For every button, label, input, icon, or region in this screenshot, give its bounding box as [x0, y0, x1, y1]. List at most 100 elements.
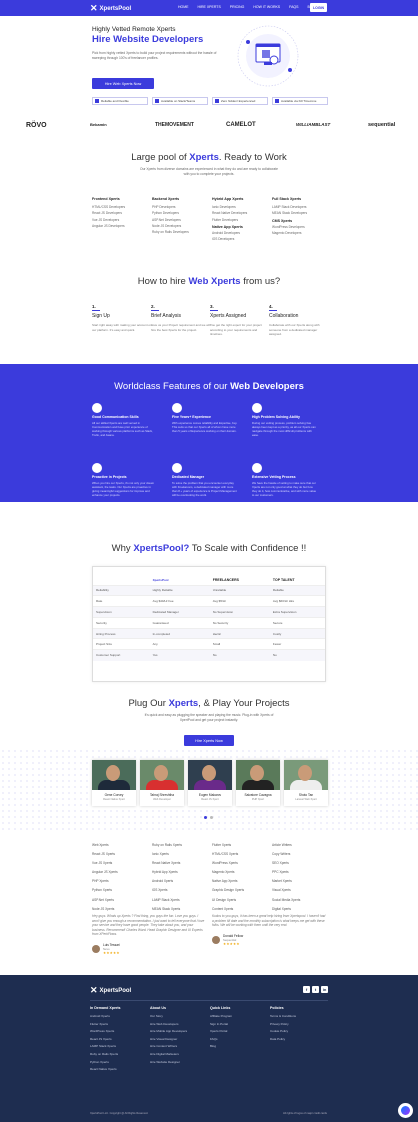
- expert-photo: [236, 760, 280, 790]
- footer-link[interactable]: Sign In Portal: [210, 1021, 270, 1029]
- footer-link[interactable]: Android Xperts: [90, 1013, 150, 1021]
- xpert-link[interactable]: React Native Xperts: [152, 859, 212, 868]
- expert-role: React JS Xpert: [201, 798, 219, 801]
- xpert-link[interactable]: Copy Writers: [272, 850, 332, 859]
- footer-link[interactable]: WordPress Xperts: [90, 1028, 150, 1036]
- pool-link[interactable]: MEAN Stack Developers: [272, 210, 332, 216]
- linkedin-icon[interactable]: in: [321, 986, 328, 993]
- carousel-dot[interactable]: [210, 816, 213, 819]
- xpert-link[interactable]: WordPress Xperts: [212, 859, 272, 868]
- brand-logo[interactable]: ✕ XpertsPool: [90, 3, 131, 14]
- feature-vetting: Extensive Vetting Process We have the has…: [252, 463, 318, 497]
- xpert-link[interactable]: Graphic Design Xperts: [212, 886, 272, 895]
- xpert-link[interactable]: React JS Xperts: [92, 850, 152, 859]
- footer-link[interactable]: Privacy Policy: [270, 1021, 330, 1029]
- xpert-link[interactable]: Social Media Xperts: [272, 896, 332, 905]
- footer-link[interactable]: FAQs: [210, 1036, 270, 1044]
- footer-link[interactable]: Hire Website Designer: [150, 1059, 210, 1067]
- xpert-link[interactable]: ASP.Net Xperts: [92, 896, 152, 905]
- footer-link[interactable]: Cookie Policy: [270, 1028, 330, 1036]
- hire-xperts-button[interactable]: Hire Xperts Now: [184, 735, 234, 746]
- expert-card[interactable]: Gene Corvey React Native Xpert: [92, 760, 136, 806]
- xpert-link[interactable]: Content Xperts: [212, 905, 272, 914]
- xpert-link[interactable]: Digital Xperts: [272, 905, 332, 914]
- footer-link[interactable]: Hire Web Developers: [150, 1021, 210, 1029]
- expert-name: Eugen Makarov: [198, 793, 222, 797]
- feature-title: Dedicated Manager: [172, 475, 205, 479]
- feature-problem-solving: High Problem Solving Ability During our v…: [252, 403, 318, 437]
- carousel-dots: [204, 816, 213, 819]
- footer-link[interactable]: Ruby on Rails Xperts: [90, 1051, 150, 1059]
- xpert-link[interactable]: Visual Xperts: [272, 886, 332, 895]
- step-number: 3.: [210, 304, 218, 311]
- footer-link[interactable]: Hire Digital Marketers: [150, 1051, 210, 1059]
- footer-link[interactable]: Our Story: [150, 1013, 210, 1021]
- xpert-link[interactable]: PPC Xperts: [272, 868, 332, 877]
- feature-desc: All our skilled Xperts are well versed i…: [92, 421, 153, 437]
- title-highlight: Xperts: [189, 152, 219, 163]
- facebook-icon[interactable]: f: [303, 986, 310, 993]
- links-column: Web Xperts React JS Xperts Vue JS Xperts An…: [92, 841, 152, 914]
- footer-link[interactable]: React Native Xperts: [90, 1066, 150, 1074]
- xpert-link[interactable]: MEAN Stack Xperts: [152, 905, 212, 914]
- expert-card[interactable]: Salvatore Cavagna PHP Xpert: [236, 760, 280, 806]
- pool-link[interactable]: Angular JS Developers: [92, 223, 152, 229]
- xpert-link[interactable]: Magento Xperts: [212, 868, 272, 877]
- xpert-link[interactable]: Python Xperts: [92, 886, 152, 895]
- pool-link[interactable]: Magento Developers: [272, 230, 332, 236]
- table-cell: Unreliable: [209, 584, 270, 596]
- expert-card[interactable]: Eugen Makarov React JS Xpert: [188, 760, 232, 806]
- footer-link[interactable]: Hire Visual Designer: [150, 1036, 210, 1044]
- xpert-link[interactable]: Node JS Xperts: [92, 905, 152, 914]
- footer-link[interactable]: Hire Content Writers: [150, 1043, 210, 1051]
- xpert-link[interactable]: Hybrid App Xperts: [152, 868, 212, 877]
- xpert-link[interactable]: iOS Xperts: [152, 886, 212, 895]
- footer-link[interactable]: Flutter Xperts: [90, 1021, 150, 1029]
- nav-faqs[interactable]: FAQS: [289, 5, 298, 9]
- footer-link[interactable]: Data Policy: [270, 1036, 330, 1044]
- nav-hire-xperts[interactable]: HIRE XPERTS: [198, 5, 221, 9]
- xpert-link[interactable]: Article Writers: [272, 841, 332, 850]
- xpert-link[interactable]: LAMP Stack Xperts: [152, 896, 212, 905]
- xpert-link[interactable]: Vue JS Xperts: [92, 859, 152, 868]
- xpert-link[interactable]: Flutter Xperts: [212, 841, 272, 850]
- footer-link[interactable]: Python Xperts: [90, 1059, 150, 1067]
- title-highlight: Web Developers: [230, 381, 304, 392]
- xpert-link[interactable]: Android Xperts: [152, 877, 212, 886]
- pool-link[interactable]: Ruby on Rails Developers: [152, 229, 212, 235]
- footer-link[interactable]: Affiliate Program: [210, 1013, 270, 1021]
- footer-link[interactable]: Hire Mobile App Developers: [150, 1028, 210, 1036]
- footer-link[interactable]: Blog: [210, 1043, 270, 1051]
- xpert-link[interactable]: Native App Xperts: [212, 877, 272, 886]
- xpert-link[interactable]: HTML/CSS Xperts: [212, 850, 272, 859]
- nav-home[interactable]: HOME: [178, 5, 189, 9]
- expert-card[interactable]: Shoto Tan Laravel Web Xpert: [284, 760, 328, 806]
- xpert-link[interactable]: Web Xperts: [92, 841, 152, 850]
- footer-link[interactable]: Xperts Portal: [210, 1028, 270, 1036]
- twitter-icon[interactable]: t: [312, 986, 319, 993]
- pool-link[interactable]: Flutter Developers: [212, 217, 272, 223]
- table-cell: Avg $5/Hr: [209, 595, 270, 607]
- xpert-link[interactable]: Market Xperts: [272, 877, 332, 886]
- carousel-dot[interactable]: [204, 816, 207, 819]
- xpert-link[interactable]: Angular JS Xperts: [92, 868, 152, 877]
- feature-title: High Problem Solving Ability: [252, 415, 300, 419]
- xpert-link[interactable]: UI Design Xperts: [212, 896, 272, 905]
- messenger-chat-button[interactable]: [398, 1103, 413, 1118]
- pool-link[interactable]: iOS Developers: [212, 236, 272, 242]
- footer-logo[interactable]: ✕ XpertsPool: [90, 985, 131, 996]
- xpert-link[interactable]: Ionic Xperts: [152, 850, 212, 859]
- xpert-link[interactable]: PHP Xperts: [92, 877, 152, 886]
- footer-link[interactable]: LAMP Stack Xperts: [90, 1043, 150, 1051]
- column-heading: Hybrid App Xperts: [212, 197, 244, 201]
- xpert-link[interactable]: Ruby on Rails Xperts: [152, 841, 212, 850]
- xpert-link[interactable]: SEO Xperts: [272, 859, 332, 868]
- nav-pricing[interactable]: PRICING: [230, 5, 245, 9]
- partner-logo: THEMOVEMENT: [155, 122, 194, 128]
- login-button[interactable]: LOGIN: [310, 3, 327, 12]
- footer-link[interactable]: Terms & Conditions: [270, 1013, 330, 1021]
- hire-web-xperts-button[interactable]: Hire Web Xperts Now: [92, 78, 154, 89]
- expert-card[interactable]: Tahraj Shreshtha Web Developer: [140, 760, 184, 806]
- nav-how-it-works[interactable]: HOW IT WORKS: [253, 5, 280, 9]
- footer-link[interactable]: React JS Xperts: [90, 1036, 150, 1044]
